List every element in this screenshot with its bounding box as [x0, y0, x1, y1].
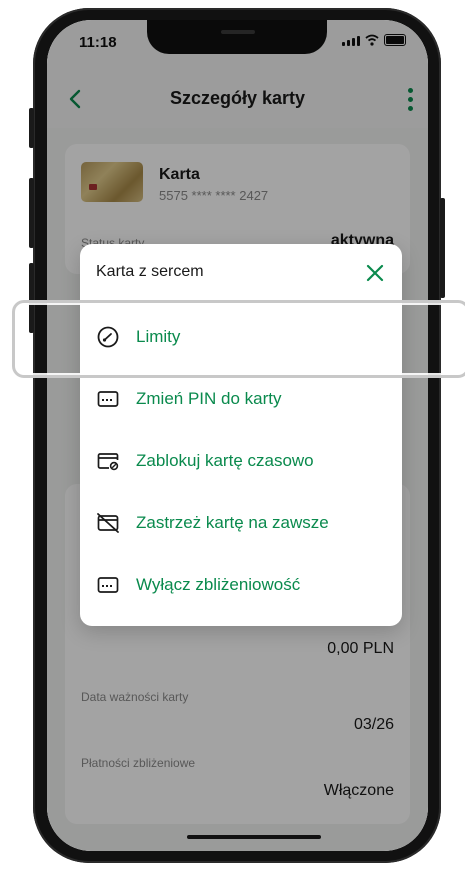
menu-item-label: Zablokuj kartę czasowo [136, 451, 314, 470]
menu-item-label: Zmień PIN do karty [136, 389, 282, 408]
home-indicator[interactable] [187, 835, 321, 839]
contactless-card-icon [97, 577, 119, 593]
card-lock-icon [97, 453, 119, 471]
menu-item-disable-contactless[interactable]: Wyłącz zbliżeniowość [80, 560, 402, 610]
power-button [440, 198, 445, 298]
menu-item-temp-block[interactable]: Zablokuj kartę czasowo [80, 436, 402, 486]
menu-item-change-pin[interactable]: Zmień PIN do karty [80, 374, 402, 424]
volume-up-button [29, 178, 34, 248]
mute-switch [29, 108, 34, 148]
menu-item-label: Zastrzeż kartę na zawsze [136, 513, 329, 532]
highlight-frame [12, 300, 465, 378]
modal-title: Karta z sercem [96, 263, 204, 280]
menu-item-cancel-card[interactable]: Zastrzeż kartę na zawsze [80, 498, 402, 548]
menu-item-label: Wyłącz zbliżeniowość [136, 575, 301, 594]
card-cancel-icon [97, 513, 119, 533]
pin-card-icon [97, 391, 119, 407]
close-icon[interactable] [364, 262, 386, 284]
